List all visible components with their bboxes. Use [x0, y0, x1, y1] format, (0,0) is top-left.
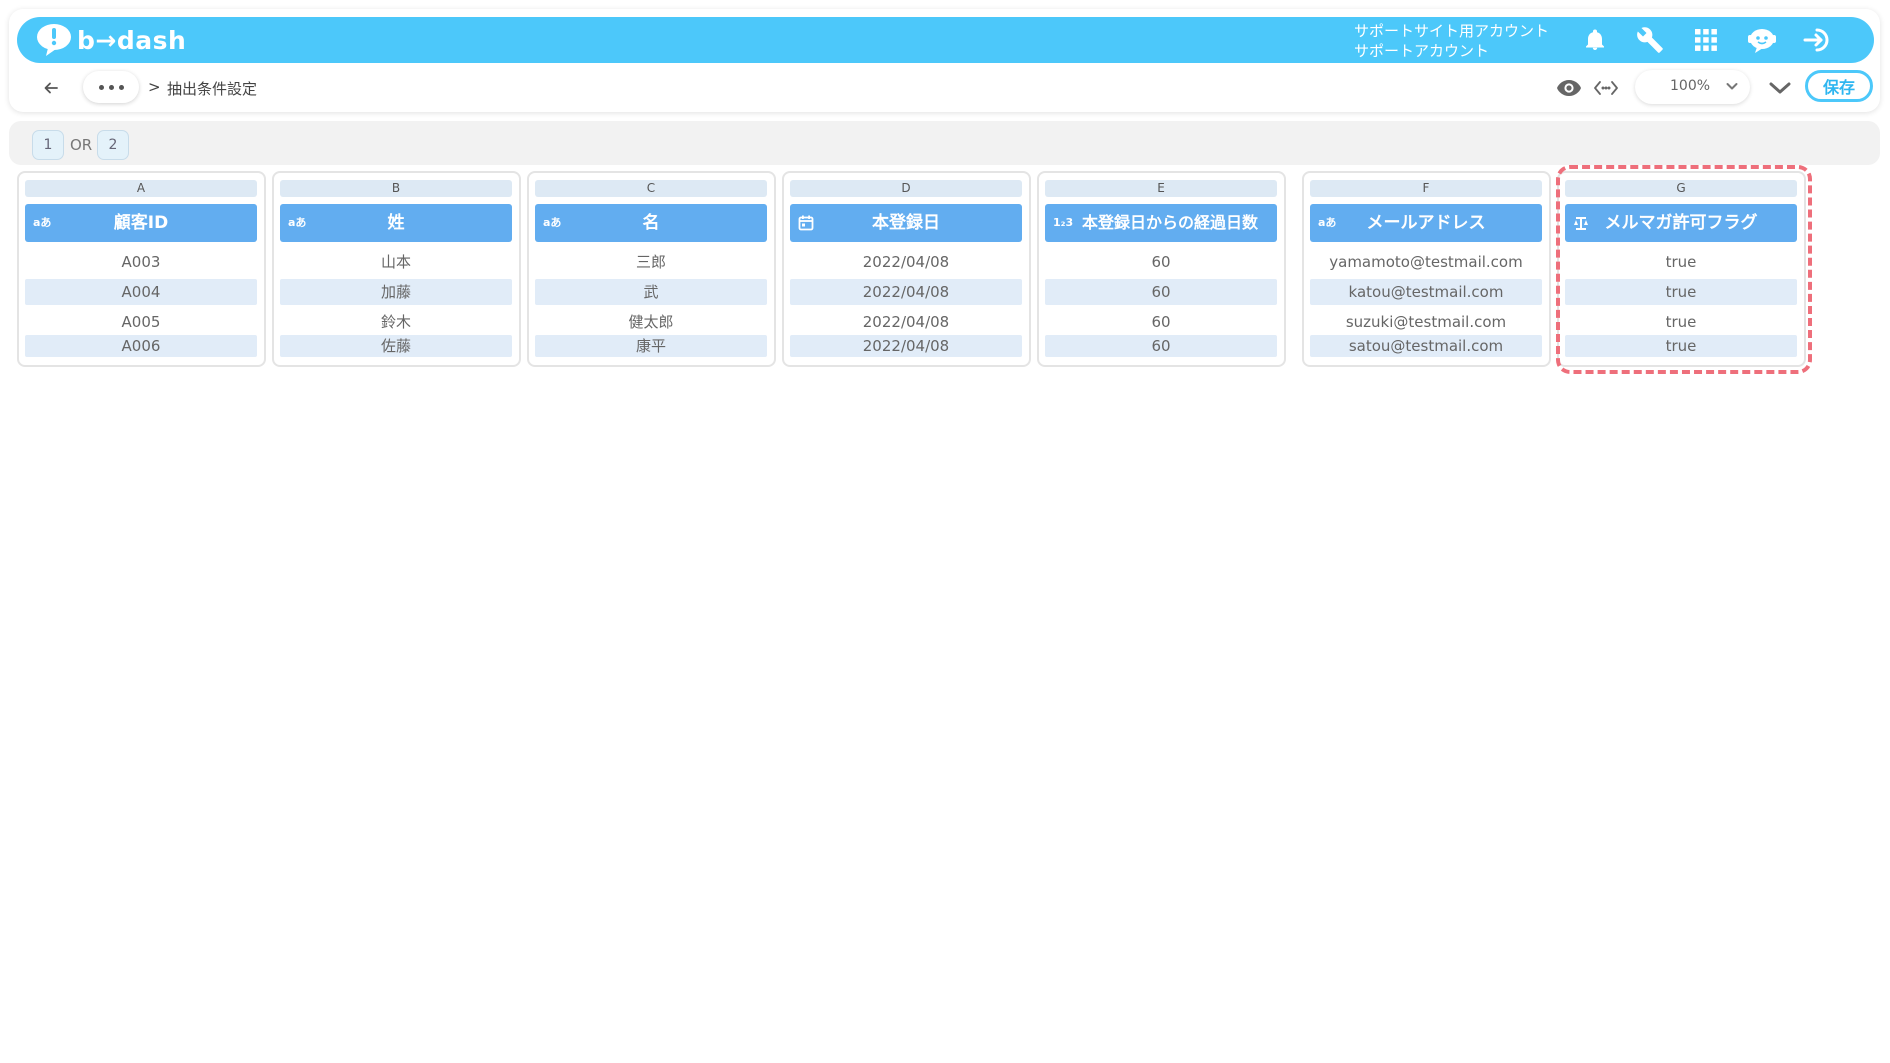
table-cell: yamamoto@testmail.com: [1329, 253, 1523, 271]
column-header[interactable]: 1₂3 本登録日からの経過日数: [1045, 204, 1277, 242]
column-header[interactable]: aあ メールアドレス: [1310, 204, 1542, 242]
table-cell: katou@testmail.com: [1310, 279, 1542, 305]
table-cell: 健太郎: [628, 313, 674, 331]
column-letter: A: [25, 180, 257, 197]
table-cell: 2022/04/08: [790, 335, 1022, 357]
column-header-label: 姓: [387, 213, 405, 233]
back-arrow-icon[interactable]: [37, 74, 65, 102]
column-header[interactable]: 本登録日: [790, 204, 1022, 242]
column-header[interactable]: aあ 姓: [280, 204, 512, 242]
account-name[interactable]: サポートサイト用アカウント サポートアカウント: [1354, 21, 1549, 61]
logo-mark-icon: [34, 22, 74, 58]
column-letter: E: [1045, 180, 1277, 197]
logo-text: b→dash: [77, 25, 187, 55]
breadcrumb-current: 抽出条件設定: [167, 80, 258, 98]
column-header-label: 本登録日からの経過日数: [1081, 213, 1258, 232]
table-cell: 山本: [380, 253, 411, 271]
account-line-2: サポートアカウント: [1354, 42, 1490, 60]
chat-bot-icon[interactable]: [1746, 24, 1778, 56]
bell-icon[interactable]: [1579, 24, 1611, 56]
column-letter: F: [1310, 180, 1542, 197]
table-cell: 加藤: [280, 279, 512, 305]
table-cell: 2022/04/08: [862, 313, 950, 331]
column-f[interactable]: Faあ メールアドレス yamamoto@testmail.com katou@tes…: [1302, 171, 1551, 367]
table-cell: 60: [1045, 279, 1277, 305]
condition-chip-2[interactable]: 2: [97, 130, 129, 160]
column-e[interactable]: E 1₂3 本登録日からの経過日数 60 60 60 60: [1037, 171, 1286, 367]
logout-icon[interactable]: [1801, 24, 1833, 56]
table-cell: A003: [121, 253, 161, 271]
date-type-icon: [798, 204, 814, 242]
column-letter: D: [790, 180, 1022, 197]
table-cell: 2022/04/08: [862, 253, 950, 271]
column-header-label: 名: [642, 213, 660, 233]
sub-toolbar: > 抽出条件設定 100% 保存: [17, 68, 1874, 108]
apps-grid-icon[interactable]: [1690, 24, 1722, 56]
top-bar: b→dash サポートサイト用アカウント サポートアカウント: [17, 17, 1874, 63]
wrench-icon[interactable]: [1634, 24, 1666, 56]
table-cell: A004: [25, 279, 257, 305]
table-cell: 三郎: [635, 253, 666, 271]
table-cell: 60: [1045, 335, 1277, 357]
number-type-icon: 1₂3: [1053, 216, 1074, 229]
text-type-icon: aあ: [1318, 216, 1337, 229]
table-cell: 2022/04/08: [790, 279, 1022, 305]
text-type-icon: aあ: [288, 216, 307, 229]
condition-operator: OR: [70, 136, 93, 154]
column-header-label: 顧客ID: [113, 213, 169, 233]
account-line-1: サポートサイト用アカウント: [1354, 22, 1550, 40]
zoom-select[interactable]: 100%: [1635, 70, 1750, 104]
condition-chip-1[interactable]: 1: [32, 130, 64, 160]
highlight-frame: [1556, 165, 1812, 374]
column-d[interactable]: D 本登録日 2022/04/08 2022/04/08 2022/04/08 2022/…: [782, 171, 1031, 367]
table-cell: A005: [121, 313, 161, 331]
table-cell: A006: [25, 335, 257, 357]
column-c[interactable]: Caあ 名三郎武健太郎康平: [527, 171, 776, 367]
table-cell: satou@testmail.com: [1310, 335, 1542, 357]
logo[interactable]: b→dash: [34, 22, 186, 58]
table-cell: suzuki@testmail.com: [1345, 313, 1507, 331]
table-cell: 康平: [535, 335, 767, 357]
column-a[interactable]: Aaあ 顧客ID A003 A004 A005 A006: [17, 171, 266, 367]
breadcrumb-separator: >: [148, 78, 161, 96]
column-header[interactable]: aあ 顧客ID: [25, 204, 257, 242]
column-b[interactable]: Baあ 姓山本加藤鈴木佐藤: [272, 171, 521, 367]
table-cell: 武: [535, 279, 767, 305]
chevron-down-icon: [1726, 79, 1738, 95]
table-cell: 鈴木: [380, 313, 411, 331]
column-header[interactable]: aあ 名: [535, 204, 767, 242]
table-cell: 60: [1151, 313, 1171, 331]
zoom-value: 100%: [1670, 78, 1711, 94]
save-button[interactable]: 保存: [1805, 70, 1873, 102]
column-letter: B: [280, 180, 512, 197]
column-letter: C: [535, 180, 767, 197]
condition-bar: 1 OR 2: [9, 121, 1880, 165]
table-cell: 佐藤: [280, 335, 512, 357]
text-type-icon: aあ: [543, 216, 562, 229]
collapse-chevron-icon[interactable]: [1765, 74, 1795, 102]
text-type-icon: aあ: [33, 216, 52, 229]
more-breadcrumb-button[interactable]: [83, 71, 139, 103]
column-header-label: メールアドレス: [1366, 213, 1486, 233]
column-header-label: 本登録日: [872, 213, 940, 233]
table-cell: 60: [1151, 253, 1171, 271]
code-view-icon[interactable]: [1591, 74, 1621, 102]
eye-preview-icon[interactable]: [1554, 74, 1584, 102]
